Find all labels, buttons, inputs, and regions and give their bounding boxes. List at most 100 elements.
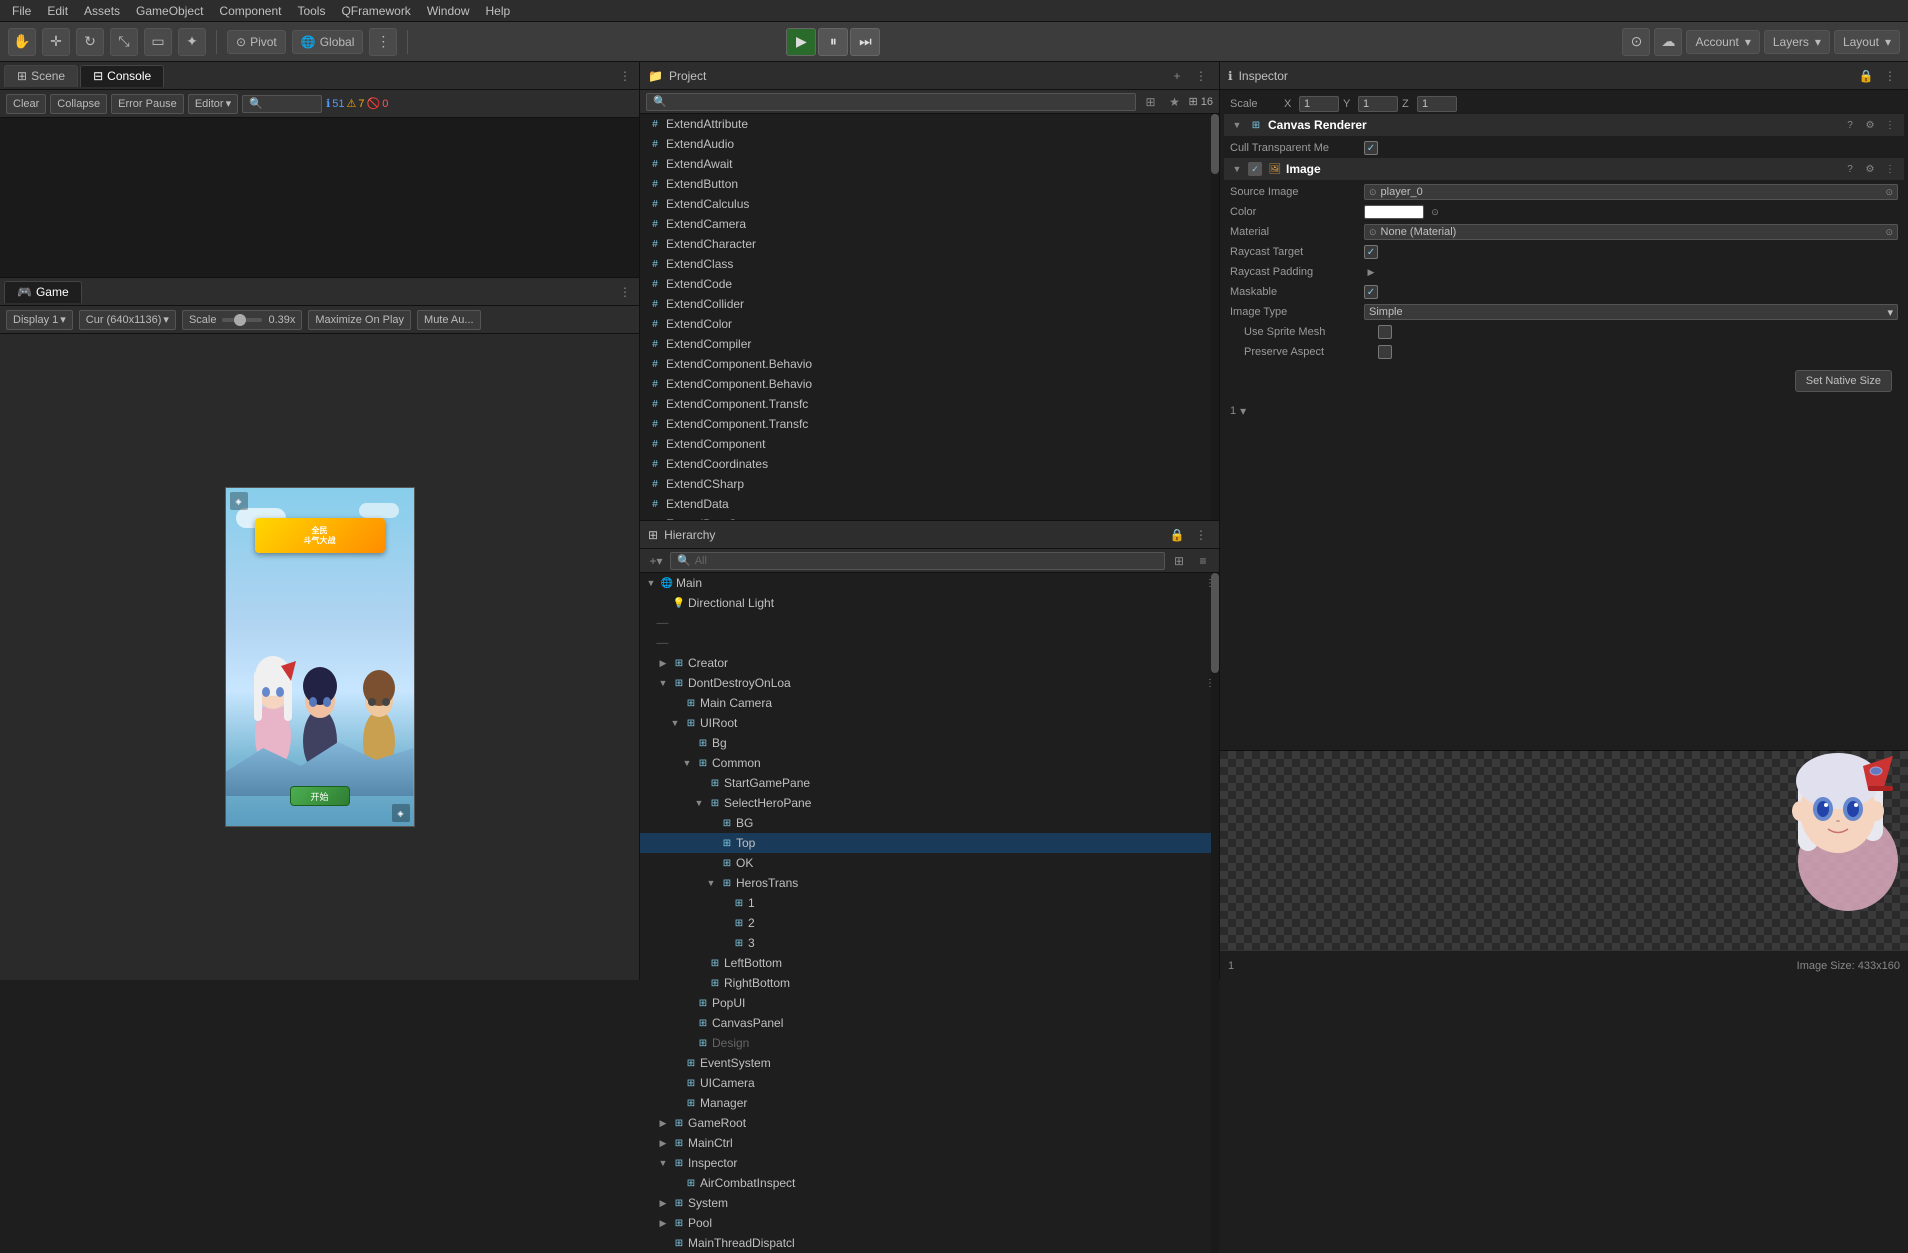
hierarchy-scrollbar-thumb[interactable]: [1211, 573, 1219, 673]
menu-assets[interactable]: Assets: [78, 2, 126, 20]
hierarchy-add-btn[interactable]: +▾: [646, 551, 666, 571]
tree-item[interactable]: ⊞ 1: [640, 893, 1219, 913]
collapse-button[interactable]: Collapse: [50, 94, 107, 114]
inspector-lock-btn[interactable]: 🔒: [1856, 66, 1876, 86]
file-item[interactable]: # ExtendComponent.Transfc: [640, 394, 1219, 414]
tree-item[interactable]: ▼ ⊞ HerosTrans: [640, 873, 1219, 893]
use-sprite-mesh-checkbox[interactable]: [1378, 325, 1392, 339]
scale-z-input[interactable]: 1: [1417, 96, 1457, 112]
tree-item[interactable]: ▶ ⊞ Pool: [640, 1213, 1219, 1233]
tree-item[interactable]: ⊞ LeftBottom: [640, 953, 1219, 973]
raycast-target-checkbox[interactable]: [1364, 245, 1378, 259]
image-settings-btn[interactable]: ⚙: [1862, 161, 1878, 177]
tree-item[interactable]: ⊞ Design: [640, 1033, 1219, 1053]
tree-item[interactable]: ▼ 🌐 Main ⋮: [640, 573, 1219, 593]
tree-item[interactable]: ⊞ Top: [640, 833, 1219, 853]
menu-component[interactable]: Component: [213, 2, 287, 20]
menu-qframework[interactable]: QFramework: [335, 2, 416, 20]
clear-button[interactable]: Clear: [6, 94, 46, 114]
scale-control[interactable]: Scale 0.39x: [182, 310, 302, 330]
menu-edit[interactable]: Edit: [41, 2, 74, 20]
console-search[interactable]: 🔍: [242, 95, 322, 113]
tool-rect[interactable]: ▭: [144, 28, 172, 56]
tree-item[interactable]: ▶ ⊞ MainCtrl: [640, 1133, 1219, 1153]
file-item[interactable]: # ExtendButton: [640, 174, 1219, 194]
file-item[interactable]: # ExtendCompiler: [640, 334, 1219, 354]
file-item[interactable]: # ExtendCharacter: [640, 234, 1219, 254]
tab-scene[interactable]: ⊞ Scene: [4, 65, 78, 87]
hierarchy-search-input[interactable]: 🔍 All: [670, 552, 1165, 570]
pause-button[interactable]: ⏸: [818, 28, 848, 56]
hierarchy-options-btn[interactable]: ⋮: [1191, 525, 1211, 545]
source-image-value[interactable]: ⊙ player_0 ⊙: [1364, 184, 1898, 200]
maskable-checkbox[interactable]: [1364, 285, 1378, 299]
hierarchy-lock-btn[interactable]: 🔒: [1167, 525, 1187, 545]
tree-item[interactable]: ▶ ⊞ Creator: [640, 653, 1219, 673]
file-item[interactable]: # ExtendAttribute: [640, 114, 1219, 134]
collab-icon[interactable]: ⊙: [1622, 28, 1650, 56]
image-type-select[interactable]: Simple ▾: [1364, 304, 1898, 320]
tree-item[interactable]: ⊞ EventSystem: [640, 1053, 1219, 1073]
tree-item[interactable]: ▼ ⊞ Inspector: [640, 1153, 1219, 1173]
hierarchy-sort-btn[interactable]: ≡: [1193, 551, 1213, 571]
tree-item[interactable]: ⊞ OK: [640, 853, 1219, 873]
tree-item[interactable]: ▼ ⊞ SelectHeroPane: [640, 793, 1219, 813]
snap-button[interactable]: ⋮: [369, 28, 397, 56]
canvas-renderer-header[interactable]: ▼ ⊞ Canvas Renderer ? ⚙ ⋮: [1224, 114, 1904, 136]
play-button[interactable]: ▶: [786, 28, 816, 56]
project-search-input[interactable]: 🔍: [646, 93, 1136, 111]
hierarchy-scrollbar-track[interactable]: [1211, 573, 1219, 1253]
file-item[interactable]: # ExtendCamera: [640, 214, 1219, 234]
menu-tools[interactable]: Tools: [291, 2, 331, 20]
material-picker-icon[interactable]: ⊙: [1885, 227, 1893, 238]
file-item[interactable]: # ExtendComponent.Transfc: [640, 414, 1219, 434]
file-item[interactable]: # ExtendDataStructure: [640, 514, 1219, 520]
tab-game[interactable]: 🎮 Game: [4, 281, 82, 303]
tree-item[interactable]: ⊞ MainThreadDispatcl: [640, 1233, 1219, 1253]
image-help-btn[interactable]: ?: [1842, 161, 1858, 177]
tree-item[interactable]: 💡 Directional Light: [640, 593, 1219, 613]
file-item[interactable]: # ExtendColor: [640, 314, 1219, 334]
maximize-on-play-button[interactable]: Maximize On Play: [308, 310, 411, 330]
scale-x-input[interactable]: 1: [1299, 96, 1339, 112]
menu-file[interactable]: File: [6, 2, 37, 20]
set-native-size-button[interactable]: Set Native Size: [1795, 370, 1892, 392]
file-item[interactable]: # ExtendComponent: [640, 434, 1219, 454]
tree-item[interactable]: ⊞ Bg: [640, 733, 1219, 753]
step-button[interactable]: ⏭: [850, 28, 880, 56]
tree-item[interactable]: ▼ ⊞ Common: [640, 753, 1219, 773]
tree-item[interactable]: ⊞ UICamera: [640, 1073, 1219, 1093]
inspector-options-btn[interactable]: ⋮: [1880, 66, 1900, 86]
file-item[interactable]: # ExtendCollider: [640, 294, 1219, 314]
tool-hand[interactable]: ✋: [8, 28, 36, 56]
cloud-icon[interactable]: ☁: [1654, 28, 1682, 56]
file-item[interactable]: # ExtendCode: [640, 274, 1219, 294]
menu-window[interactable]: Window: [421, 2, 476, 20]
source-image-picker-icon[interactable]: ⊙: [1885, 187, 1893, 198]
project-add-button[interactable]: +: [1167, 66, 1187, 86]
file-item[interactable]: # ExtendClass: [640, 254, 1219, 274]
tree-item[interactable]: ▶ ⊞ GameRoot: [640, 1113, 1219, 1133]
project-filter-btn[interactable]: ⊞: [1140, 92, 1160, 112]
file-item[interactable]: # ExtendCalculus: [640, 194, 1219, 214]
mute-audio-button[interactable]: Mute Au...: [417, 310, 481, 330]
tool-scale[interactable]: ⤡: [110, 28, 138, 56]
game-tabs-more-btn[interactable]: ⋮: [615, 282, 635, 302]
tree-item[interactable]: ▼ ⊞ UIRoot: [640, 713, 1219, 733]
tab-console[interactable]: ⊟ Console: [80, 65, 164, 87]
tree-item[interactable]: ▼ ⊞ DontDestroyOnLoa ⋮: [640, 673, 1219, 693]
tree-item[interactable]: ⊞ RightBottom: [640, 973, 1219, 993]
error-pause-button[interactable]: Error Pause: [111, 94, 184, 114]
tree-item[interactable]: ⊞ AirCombatInspect: [640, 1173, 1219, 1193]
canvas-renderer-more-btn[interactable]: ⋮: [1882, 117, 1898, 133]
image-component-toggle[interactable]: ✓: [1248, 162, 1262, 176]
project-star-btn[interactable]: ★: [1164, 92, 1184, 112]
tabs-more-btn[interactable]: ⋮: [615, 66, 635, 86]
tree-item[interactable]: ▶ ⊞ System: [640, 1193, 1219, 1213]
file-item[interactable]: # ExtendAudio: [640, 134, 1219, 154]
layers-dropdown[interactable]: Layers ▾: [1764, 30, 1830, 54]
tool-transform[interactable]: ✦: [178, 28, 206, 56]
tree-item[interactable]: ⊞ BG: [640, 813, 1219, 833]
scale-y-input[interactable]: 1: [1358, 96, 1398, 112]
tree-item[interactable]: ⊞ Manager: [640, 1093, 1219, 1113]
